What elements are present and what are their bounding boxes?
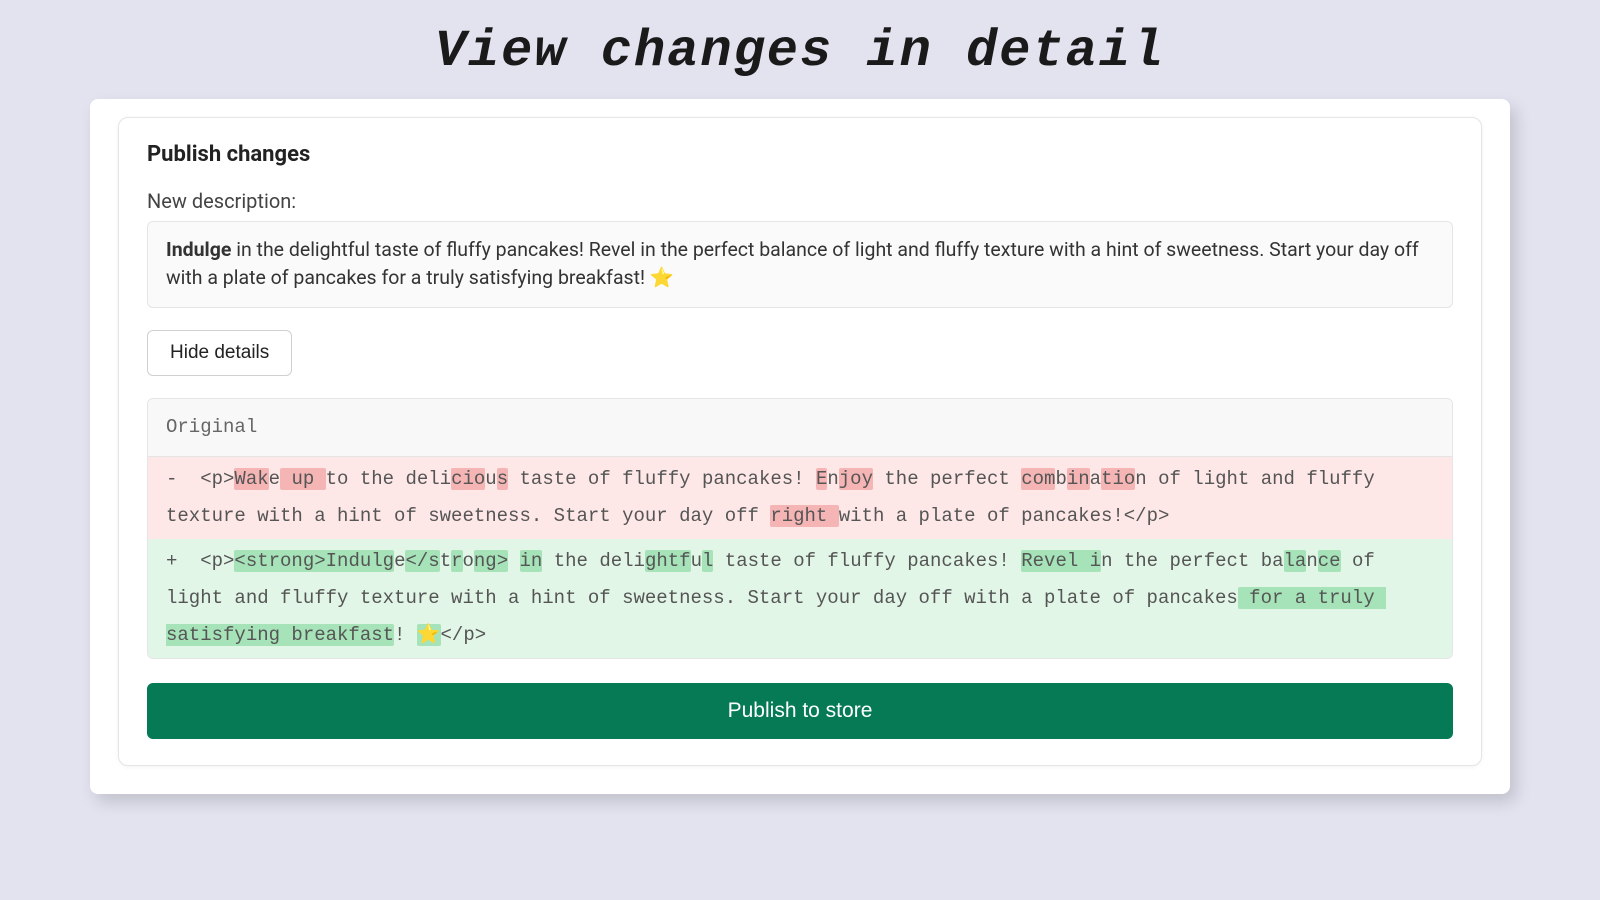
description-rest: in the delightful taste of fluffy pancak… bbox=[166, 238, 1419, 289]
toggle-details-button[interactable]: Hide details bbox=[147, 330, 292, 376]
publish-changes-card: Publish changes New description: Indulge… bbox=[118, 117, 1482, 766]
diff-viewer: Original - <p>Wake up to the delicious t… bbox=[147, 398, 1453, 659]
page-title: View changes in detail bbox=[0, 0, 1600, 99]
section-title: Publish changes bbox=[147, 142, 1453, 167]
description-preview: Indulge in the delightful taste of fluff… bbox=[147, 221, 1453, 308]
diff-removed-line: - <p>Wake up to the delicious taste of f… bbox=[148, 457, 1452, 539]
description-strong-word: Indulge bbox=[166, 238, 231, 261]
diff-added-line: + <p><strong>Indulge</strong> in the del… bbox=[148, 539, 1452, 658]
publish-button[interactable]: Publish to store bbox=[147, 683, 1453, 739]
outer-card: Publish changes New description: Indulge… bbox=[90, 99, 1510, 794]
diff-header: Original bbox=[148, 399, 1452, 457]
description-label: New description: bbox=[147, 189, 1453, 213]
